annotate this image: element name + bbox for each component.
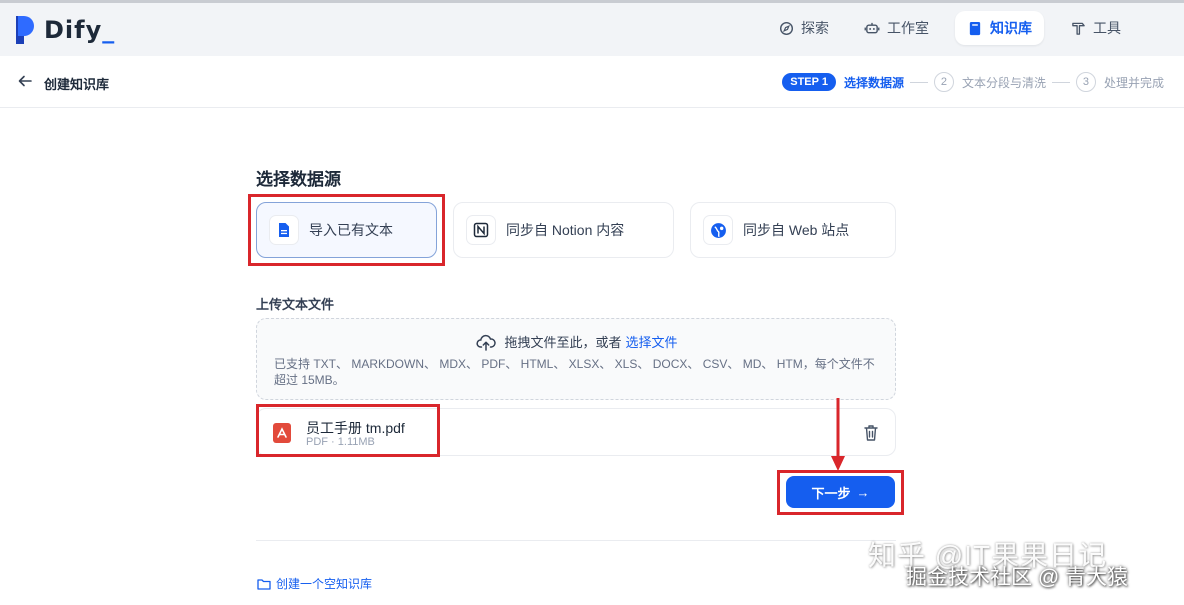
- dropzone-text: 拖拽文件至此，或者: [504, 335, 622, 350]
- file-dropzone[interactable]: 拖拽文件至此，或者 选择文件 已支持 TXT、 MARKDOWN、 MDX、 P…: [256, 318, 896, 400]
- step-2-number: 2: [933, 72, 954, 92]
- hammer-icon: [1070, 20, 1086, 36]
- cloud-upload-icon: [476, 334, 497, 351]
- datasource-notion[interactable]: 同步自 Notion 内容: [453, 202, 674, 258]
- supported-formats-hint: 已支持 TXT、 MARKDOWN、 MDX、 PDF、 HTML、 XLSX、…: [274, 357, 875, 387]
- dropzone-prompt: 拖拽文件至此，或者 选择文件: [257, 332, 897, 351]
- page-header: 创建知识库 STEP 1 选择数据源 2 文本分段与清洗 3 处理并完成: [0, 56, 1184, 108]
- nav-item-explore[interactable]: 探索: [766, 11, 841, 45]
- annotation-frame-next: [777, 470, 904, 515]
- step-1-label: 选择数据源: [843, 75, 904, 90]
- nav-item-knowledge[interactable]: 知识库: [955, 11, 1044, 45]
- step-connector: [1051, 81, 1070, 83]
- nav-label: 知识库: [990, 20, 1032, 36]
- watermark-juejin: 掘金技术社区 @ 青大猿: [906, 566, 1128, 589]
- nav-label: 探索: [801, 20, 829, 36]
- step-connector: [909, 81, 928, 83]
- create-empty-label: 创建一个空知识库: [276, 577, 373, 591]
- annotation-arrow-icon: [831, 398, 845, 471]
- upload-label: 上传文本文件: [256, 297, 335, 312]
- globe-icon: [703, 215, 733, 245]
- book-icon: [967, 20, 983, 36]
- datasource-title: 选择数据源: [256, 170, 341, 189]
- page-title: 创建知识库: [44, 77, 110, 92]
- nav-item-studio[interactable]: 工作室: [852, 11, 941, 45]
- select-file-link[interactable]: 选择文件: [626, 332, 678, 351]
- step-3-label: 处理并完成: [1103, 75, 1164, 90]
- step-2-label: 文本分段与清洗: [961, 75, 1046, 90]
- step-indicator: STEP 1 选择数据源 2 文本分段与清洗 3 处理并完成: [782, 70, 1164, 94]
- annotation-frame-file: [256, 404, 440, 457]
- nav-label: 工具: [1093, 20, 1121, 36]
- step-badge: STEP 1: [782, 73, 836, 91]
- annotation-frame-import: [248, 194, 445, 266]
- back-arrow-icon[interactable]: [16, 72, 34, 90]
- compass-icon: [778, 20, 794, 36]
- datasource-label: 同步自 Web 站点: [743, 222, 850, 238]
- step-3-number: 3: [1075, 72, 1096, 92]
- datasource-web[interactable]: 同步自 Web 站点: [690, 202, 896, 258]
- nav-label: 工作室: [887, 20, 929, 36]
- folder-icon: [257, 578, 271, 590]
- main-nav: 探索 工作室 知识库 工具: [0, 11, 1184, 45]
- notion-icon: [466, 215, 496, 245]
- create-empty-knowledge-link[interactable]: 创建一个空知识库: [257, 575, 372, 592]
- robot-icon: [864, 20, 880, 36]
- divider: [256, 540, 896, 541]
- datasource-label: 同步自 Notion 内容: [506, 222, 625, 238]
- nav-item-tools[interactable]: 工具: [1058, 11, 1133, 45]
- trash-icon[interactable]: [863, 424, 879, 442]
